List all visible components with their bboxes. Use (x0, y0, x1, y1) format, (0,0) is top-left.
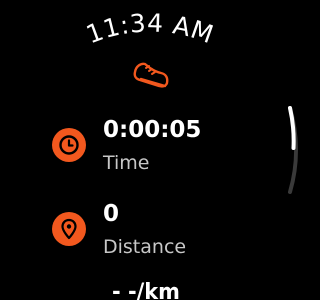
metric-time-value: 0:00:05 (103, 117, 202, 143)
workout-screen: 11:34 AM 0:00:05 Time 0 Distance - -/km (0, 0, 300, 300)
location-pin-icon (52, 212, 86, 246)
metric-time-label: Time (103, 152, 150, 174)
metric-distance[interactable]: 0 Distance (52, 200, 252, 260)
running-shoe-icon (133, 62, 169, 88)
metric-distance-label: Distance (103, 236, 187, 258)
clock-text-node: 11:34 AM (82, 8, 217, 49)
metric-distance-value: 0 (103, 201, 120, 227)
clock-icon (52, 128, 86, 162)
next-metric-peek: - -/km (112, 280, 180, 300)
metric-time[interactable]: 0:00:05 Time (52, 116, 252, 176)
clock-time: 11:34 AM (82, 8, 217, 49)
scroll-indicator[interactable] (280, 100, 300, 200)
